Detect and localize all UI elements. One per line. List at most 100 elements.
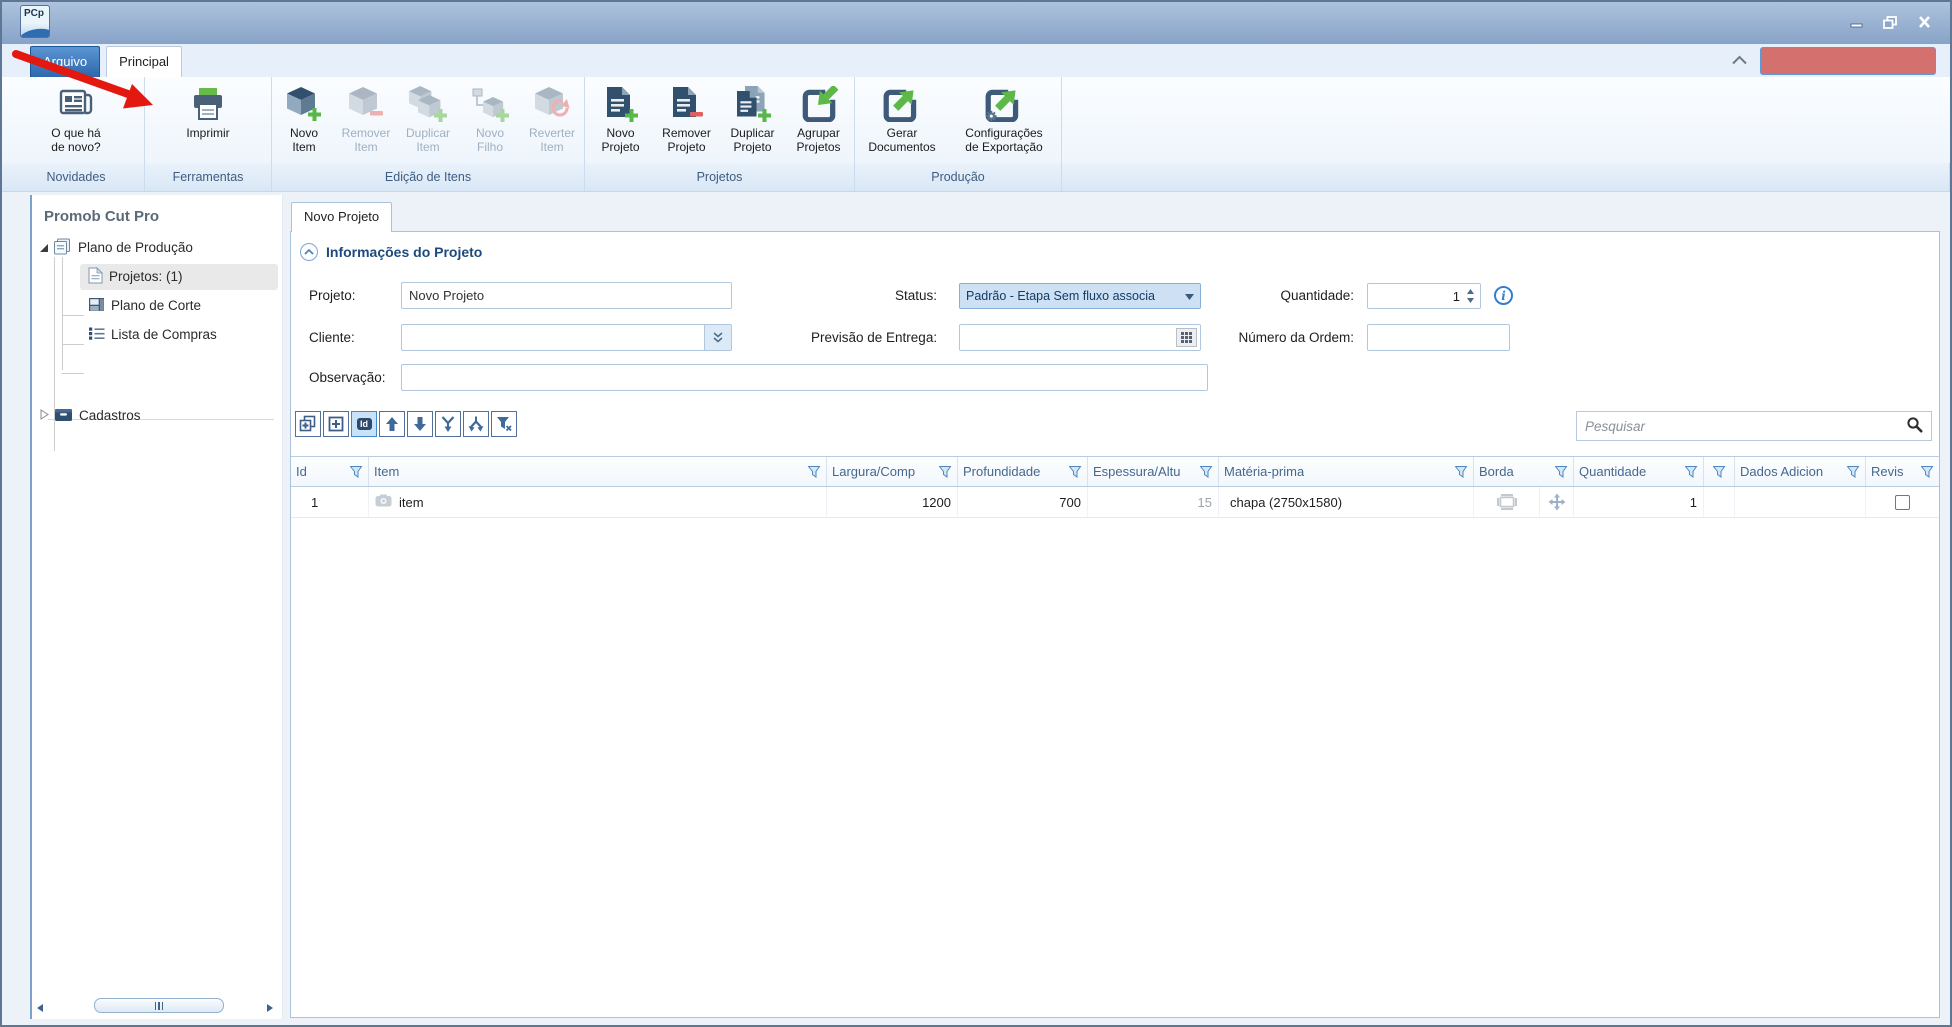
filter-icon[interactable]	[1555, 466, 1568, 478]
expander-open-icon[interactable]	[40, 244, 48, 252]
scroll-left-icon[interactable]	[36, 1001, 45, 1016]
merge-icon	[439, 415, 457, 433]
cell-dados-adicionais[interactable]	[1735, 487, 1866, 517]
observacao-label: Observação:	[309, 364, 386, 392]
show-id-toggle[interactable]: Id	[351, 411, 377, 437]
collapse-section-icon[interactable]	[300, 243, 318, 261]
filter-icon[interactable]	[1685, 466, 1698, 478]
button-label: O que há de novo?	[51, 126, 100, 154]
date-picker-icon[interactable]	[1176, 328, 1197, 347]
cell-materia-prima: chapa (2750x1580)	[1219, 487, 1474, 517]
button-label: Agrupar Projetos	[796, 126, 840, 154]
new-child-button[interactable]: Novo Filho	[459, 81, 521, 161]
expander-closed-icon[interactable]	[40, 408, 49, 423]
column-header-espessura[interactable]: Espessura/Altu	[1088, 457, 1219, 486]
table-row[interactable]: 1 item 1200 700	[291, 487, 1939, 518]
export-settings-button[interactable]: Configurações de Exportação	[948, 81, 1060, 161]
split-button[interactable]	[463, 411, 489, 437]
column-header-dados-adicionais[interactable]: Dados Adicion	[1735, 457, 1866, 486]
group-projects-button[interactable]: Agrupar Projetos	[786, 81, 852, 161]
new-project-button[interactable]: Novo Projeto	[588, 81, 654, 161]
plus-box-icon	[327, 415, 345, 433]
tree-item-plano-producao[interactable]: Plano de Produção	[32, 233, 282, 262]
filter-icon[interactable]	[1455, 466, 1468, 478]
tab-principal[interactable]: Principal	[106, 46, 182, 77]
tree-item-cadastros[interactable]: Cadastros	[32, 401, 282, 430]
ribbon-group-novidades: O que há de novo?	[8, 77, 145, 163]
tree-item-projetos[interactable]: Projetos: (1)	[32, 262, 282, 291]
column-header-profundidade[interactable]: Profundidade	[958, 457, 1088, 486]
previsao-input[interactable]	[959, 324, 1201, 351]
ribbon-filler	[1062, 77, 1950, 163]
sidebar-horizontal-scrollbar[interactable]	[34, 998, 276, 1014]
collapse-ribbon-icon[interactable]	[1731, 53, 1748, 68]
close-button[interactable]	[1914, 14, 1934, 30]
cliente-label: Cliente:	[309, 324, 355, 352]
revisado-checkbox[interactable]	[1895, 495, 1910, 510]
move-down-button[interactable]	[407, 411, 433, 437]
camera-icon	[375, 494, 392, 510]
numero-ordem-input[interactable]	[1367, 324, 1510, 351]
remove-item-button[interactable]: Remover Item	[335, 81, 397, 161]
revert-item-button[interactable]: Reverter Item	[521, 81, 583, 161]
column-header-quantidade[interactable]: Quantidade	[1574, 457, 1704, 486]
duplicate-row-button[interactable]	[295, 411, 321, 437]
arrow-down-icon	[411, 415, 429, 433]
observacao-input[interactable]	[401, 364, 1208, 391]
clear-filter-button[interactable]	[491, 411, 517, 437]
button-label: Configurações de Exportação	[965, 126, 1042, 154]
button-label: Reverter Item	[529, 126, 575, 154]
scroll-right-icon[interactable]	[265, 1001, 274, 1016]
ribbon-tab-row: Arquivo Principal	[2, 44, 1950, 77]
duplicate-item-button[interactable]: Duplicar Item	[397, 81, 459, 161]
merge-button[interactable]	[435, 411, 461, 437]
spinner-arrows-icon[interactable]	[1466, 288, 1475, 304]
move-up-button[interactable]	[379, 411, 405, 437]
remove-project-button[interactable]: Remover Projeto	[654, 81, 720, 161]
cliente-combo[interactable]	[401, 324, 732, 351]
info-icon[interactable]: i	[1494, 286, 1513, 305]
column-header-id[interactable]: Id	[291, 457, 369, 486]
duplicate-project-button[interactable]: Duplicar Projeto	[720, 81, 786, 161]
filter-icon[interactable]	[1713, 466, 1726, 478]
navigation-tree: Plano de Produção Projetos: (1)	[32, 233, 282, 430]
cell-item[interactable]: item	[369, 487, 827, 517]
id-glyph: Id	[357, 418, 372, 430]
column-header-materia-prima[interactable]: Matéria-prima	[1219, 457, 1474, 486]
filter-icon[interactable]	[1200, 466, 1213, 478]
filter-icon[interactable]	[939, 466, 952, 478]
title-bar: PCp	[2, 2, 1950, 44]
restore-button[interactable]	[1880, 14, 1900, 30]
filter-icon[interactable]	[1921, 466, 1934, 478]
column-header-largura[interactable]: Largura/Comp	[827, 457, 958, 486]
cell-move-handle[interactable]	[1540, 487, 1574, 517]
tab-novo-projeto[interactable]: Novo Projeto	[291, 202, 392, 232]
projeto-input[interactable]: Novo Projeto	[401, 282, 732, 309]
filter-icon[interactable]	[808, 466, 821, 478]
whats-new-button[interactable]: O que há de novo?	[15, 81, 137, 161]
search-icon[interactable]	[1906, 416, 1923, 436]
minimize-button[interactable]	[1846, 14, 1866, 30]
new-item-button[interactable]: Novo Item	[273, 81, 335, 161]
print-button[interactable]: Imprimir	[148, 81, 268, 161]
add-row-button[interactable]	[323, 411, 349, 437]
app-icon[interactable]: PCp	[20, 5, 50, 38]
filter-icon[interactable]	[1069, 466, 1082, 478]
quantidade-value: 1	[1453, 289, 1460, 304]
search-input[interactable]: Pesquisar	[1576, 411, 1932, 441]
tree-item-lista-compras[interactable]: Lista de Compras	[32, 320, 282, 349]
scrollbar-thumb[interactable]	[94, 998, 224, 1013]
filter-icon[interactable]	[350, 466, 363, 478]
column-header-revisado[interactable]: Revis	[1866, 457, 1939, 486]
double-chevron-down-icon[interactable]	[704, 325, 731, 350]
cell-borda[interactable]	[1474, 487, 1540, 517]
column-header-borda[interactable]: Borda	[1474, 457, 1574, 486]
filter-icon[interactable]	[1847, 466, 1860, 478]
status-dropdown[interactable]: Padrão - Etapa Sem fluxo associa	[959, 283, 1201, 309]
quantidade-stepper[interactable]: 1	[1367, 283, 1481, 309]
tree-item-plano-corte[interactable]: Plano de Corte	[32, 291, 282, 320]
generate-documents-button[interactable]: Gerar Documentos	[856, 81, 948, 161]
column-header-extra[interactable]	[1704, 457, 1735, 486]
column-header-item[interactable]: Item	[369, 457, 827, 486]
tab-arquivo[interactable]: Arquivo	[30, 46, 100, 77]
